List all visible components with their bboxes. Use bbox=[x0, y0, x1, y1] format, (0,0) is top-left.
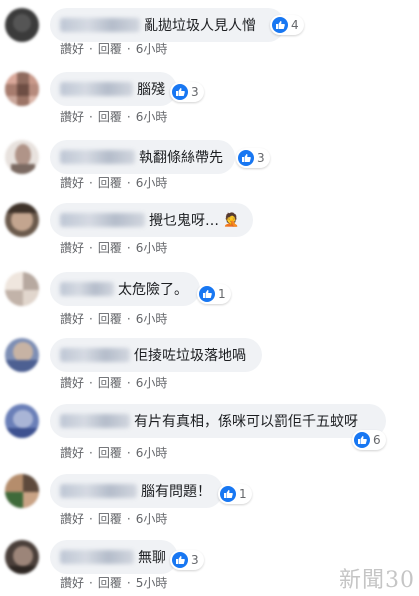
comment-actions: 讚好 · 回覆 · 6小時 bbox=[60, 310, 168, 327]
commenter-name[interactable] bbox=[60, 484, 137, 498]
comment-bubble: 腦有問題！ bbox=[50, 474, 223, 508]
commenter-name[interactable] bbox=[60, 282, 114, 296]
comment-text: 腦有問題！ bbox=[141, 484, 211, 500]
like-icon bbox=[172, 84, 188, 100]
comment-bubble: 執翻條絲帶先 bbox=[50, 140, 235, 174]
commenter-name[interactable] bbox=[60, 348, 130, 362]
like-link[interactable]: 讚好 bbox=[60, 444, 84, 461]
timestamp[interactable]: 6小時 bbox=[136, 510, 168, 527]
comment-text: 太危險了。 bbox=[118, 282, 188, 298]
avatar[interactable] bbox=[5, 203, 39, 237]
comment-bubble: 腦殘 bbox=[50, 72, 177, 106]
avatar[interactable] bbox=[5, 404, 39, 438]
comment-text: 執翻條絲帶先 bbox=[139, 150, 223, 166]
reply-link[interactable]: 回覆 bbox=[98, 444, 122, 461]
comment-bubble: 亂拋垃圾人見人憎 bbox=[50, 8, 285, 42]
timestamp[interactable]: 6小時 bbox=[136, 108, 168, 125]
like-count: 1 bbox=[239, 487, 247, 501]
commenter-name[interactable] bbox=[60, 82, 133, 96]
timestamp[interactable]: 6小時 bbox=[136, 374, 168, 391]
comment-bubble: 佢掕咗垃圾落地喎 bbox=[50, 338, 262, 372]
comment-text: 無聊 bbox=[138, 550, 166, 566]
commenter-name[interactable] bbox=[60, 414, 130, 428]
watermark-logo: 新聞30 bbox=[339, 568, 415, 593]
comment-actions: 讚好 · 回覆 · 6小時 bbox=[60, 374, 168, 391]
like-icon bbox=[354, 432, 370, 448]
like-count: 3 bbox=[191, 85, 199, 99]
comment-actions: 讚好 · 回覆 · 6小時 bbox=[60, 40, 168, 57]
comment-text: 佢掕咗垃圾落地喎 bbox=[134, 348, 246, 364]
reply-link[interactable]: 回覆 bbox=[98, 174, 122, 191]
commenter-name[interactable] bbox=[60, 18, 140, 32]
comment-actions: 讚好 · 回覆 · 6小時 bbox=[60, 239, 168, 256]
comment-bubble: 有片有真相，係咪可以罰佢千五蚊呀 bbox=[50, 404, 386, 438]
like-count: 4 bbox=[291, 18, 299, 32]
like-link[interactable]: 讚好 bbox=[60, 239, 84, 256]
like-count: 1 bbox=[218, 287, 226, 301]
comment-text: 有片有真相，係咪可以罰佢千五蚊呀 bbox=[134, 414, 358, 430]
like-count: 3 bbox=[257, 151, 265, 165]
comment-actions: 讚好 · 回覆 · 5小時 bbox=[60, 574, 168, 591]
commenter-name[interactable] bbox=[60, 550, 134, 564]
reaction-count[interactable]: 3 bbox=[170, 550, 204, 570]
like-link[interactable]: 讚好 bbox=[60, 374, 84, 391]
timestamp[interactable]: 6小時 bbox=[136, 174, 168, 191]
comment-actions: 讚好 · 回覆 · 6小時 bbox=[60, 174, 168, 191]
reply-link[interactable]: 回覆 bbox=[98, 310, 122, 327]
facepalm-emoji: 🤦 bbox=[223, 212, 240, 228]
avatar[interactable] bbox=[5, 8, 39, 42]
avatar[interactable] bbox=[5, 72, 39, 106]
like-icon bbox=[272, 17, 288, 33]
like-link[interactable]: 讚好 bbox=[60, 510, 84, 527]
commenter-name[interactable] bbox=[60, 213, 145, 227]
timestamp[interactable]: 5小時 bbox=[136, 574, 168, 591]
like-icon bbox=[220, 486, 236, 502]
like-count: 6 bbox=[373, 433, 381, 447]
like-link[interactable]: 讚好 bbox=[60, 108, 84, 125]
reply-link[interactable]: 回覆 bbox=[98, 374, 122, 391]
reply-link[interactable]: 回覆 bbox=[98, 40, 122, 57]
timestamp[interactable]: 6小時 bbox=[136, 310, 168, 327]
timestamp[interactable]: 6小時 bbox=[136, 40, 168, 57]
avatar[interactable] bbox=[5, 474, 39, 508]
commenter-name[interactable] bbox=[60, 150, 135, 164]
avatar[interactable] bbox=[5, 140, 39, 174]
like-link[interactable]: 讚好 bbox=[60, 310, 84, 327]
reaction-count[interactable]: 4 bbox=[270, 15, 304, 35]
comment-actions: 讚好 · 回覆 · 6小時 bbox=[60, 444, 168, 461]
like-link[interactable]: 讚好 bbox=[60, 174, 84, 191]
reaction-count[interactable]: 3 bbox=[170, 82, 204, 102]
reaction-count[interactable]: 6 bbox=[352, 430, 386, 450]
avatar[interactable] bbox=[5, 338, 39, 372]
reply-link[interactable]: 回覆 bbox=[98, 510, 122, 527]
reaction-count[interactable]: 1 bbox=[197, 284, 231, 304]
avatar[interactable] bbox=[5, 540, 39, 574]
comment-text: 亂拋垃圾人見人憎 bbox=[144, 18, 256, 34]
reaction-count[interactable]: 3 bbox=[236, 148, 270, 168]
like-icon bbox=[238, 150, 254, 166]
comment-bubble: 太危險了。 bbox=[50, 272, 200, 306]
reply-link[interactable]: 回覆 bbox=[98, 574, 122, 591]
reply-link[interactable]: 回覆 bbox=[98, 239, 122, 256]
avatar[interactable] bbox=[5, 272, 39, 306]
timestamp[interactable]: 6小時 bbox=[136, 444, 168, 461]
like-icon bbox=[199, 286, 215, 302]
like-count: 3 bbox=[191, 553, 199, 567]
reply-link[interactable]: 回覆 bbox=[98, 108, 122, 125]
like-link[interactable]: 讚好 bbox=[60, 40, 84, 57]
comment-bubble: 無聊 bbox=[50, 540, 178, 574]
comment-bubble: 攪乜鬼呀… 🤦 bbox=[50, 203, 253, 237]
like-link[interactable]: 讚好 bbox=[60, 574, 84, 591]
comment-actions: 讚好 · 回覆 · 6小時 bbox=[60, 108, 168, 125]
comment-text: 腦殘 bbox=[137, 82, 165, 98]
comment-actions: 讚好 · 回覆 · 6小時 bbox=[60, 510, 168, 527]
comment-text: 攪乜鬼呀… bbox=[149, 213, 219, 229]
timestamp[interactable]: 6小時 bbox=[136, 239, 168, 256]
like-icon bbox=[172, 552, 188, 568]
reaction-count[interactable]: 1 bbox=[218, 484, 252, 504]
